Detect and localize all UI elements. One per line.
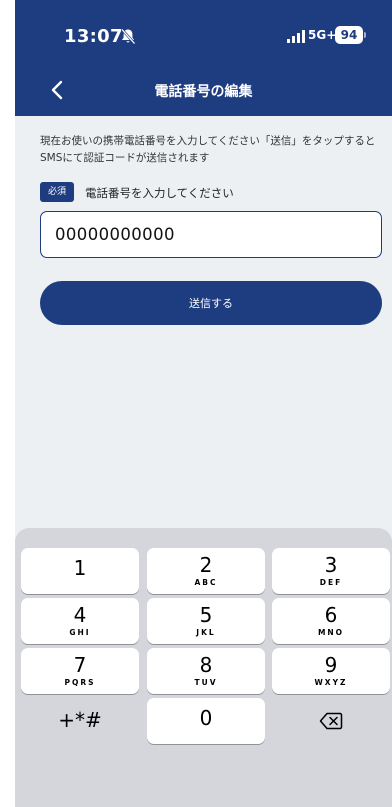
key-4[interactable]: 4 GHI [21,598,139,644]
submit-button[interactable]: 送信する [40,281,382,325]
key-6[interactable]: 6 MNO [272,598,390,644]
key-0[interactable]: 0 [147,698,265,744]
key-2[interactable]: 2 ABC [147,548,265,594]
key-letters: DEF [319,578,343,587]
key-digit: 7 [73,653,87,677]
key-letters: MNO [317,628,345,637]
key-digit: 8 [199,653,213,677]
bell-slash-icon [121,28,136,45]
key-digit: 6 [324,603,338,627]
key-letters: WXYZ [314,678,348,687]
instruction-text: 現在お使いの携帯電話番号を入力してください「送信」をタップするとSMSにて認証コ… [40,135,376,164]
key-digit: 1 [73,556,87,580]
phone-screen: 13:07 5G+ 94 電話番号の編集 現在お使いの携帯電話番号を入力してくだ… [15,0,392,807]
key-letters: JKL [196,628,216,637]
backspace-icon [319,712,343,730]
key-digit: 0 [199,706,213,730]
header: 13:07 5G+ 94 電話番号の編集 [15,0,392,116]
key-8[interactable]: 8 TUV [147,648,265,694]
phone-field-label: 電話番号を入力してください [85,186,234,200]
key-digit: 2 [199,553,213,577]
battery-tip [364,32,366,38]
key-digit: 3 [324,553,338,577]
key-7[interactable]: 7 PQRS [21,648,139,694]
key-1[interactable]: 1 [21,548,139,594]
key-digit: 9 [324,653,338,677]
required-badge: 必須 [40,182,74,202]
key-3[interactable]: 3 DEF [272,548,390,594]
page-title: 電話番号の編集 [154,84,253,100]
signal-icon [287,30,305,43]
key-digit: 4 [73,603,87,627]
status-time: 13:07 [64,26,123,47]
key-digit: 5 [199,603,213,627]
key-letters: GHI [69,628,91,637]
key-9[interactable]: 9 WXYZ [272,648,390,694]
key-letters: TUV [194,678,218,687]
key-5[interactable]: 5 JKL [147,598,265,644]
key-symbols[interactable]: +*# [21,698,139,744]
phone-number-input[interactable] [40,211,382,258]
key-letters: ABC [194,578,218,587]
delete-key[interactable] [272,698,390,744]
network-label: 5G+ [308,28,337,42]
key-letters: PQRS [64,678,96,687]
battery-indicator: 94 [335,26,363,44]
